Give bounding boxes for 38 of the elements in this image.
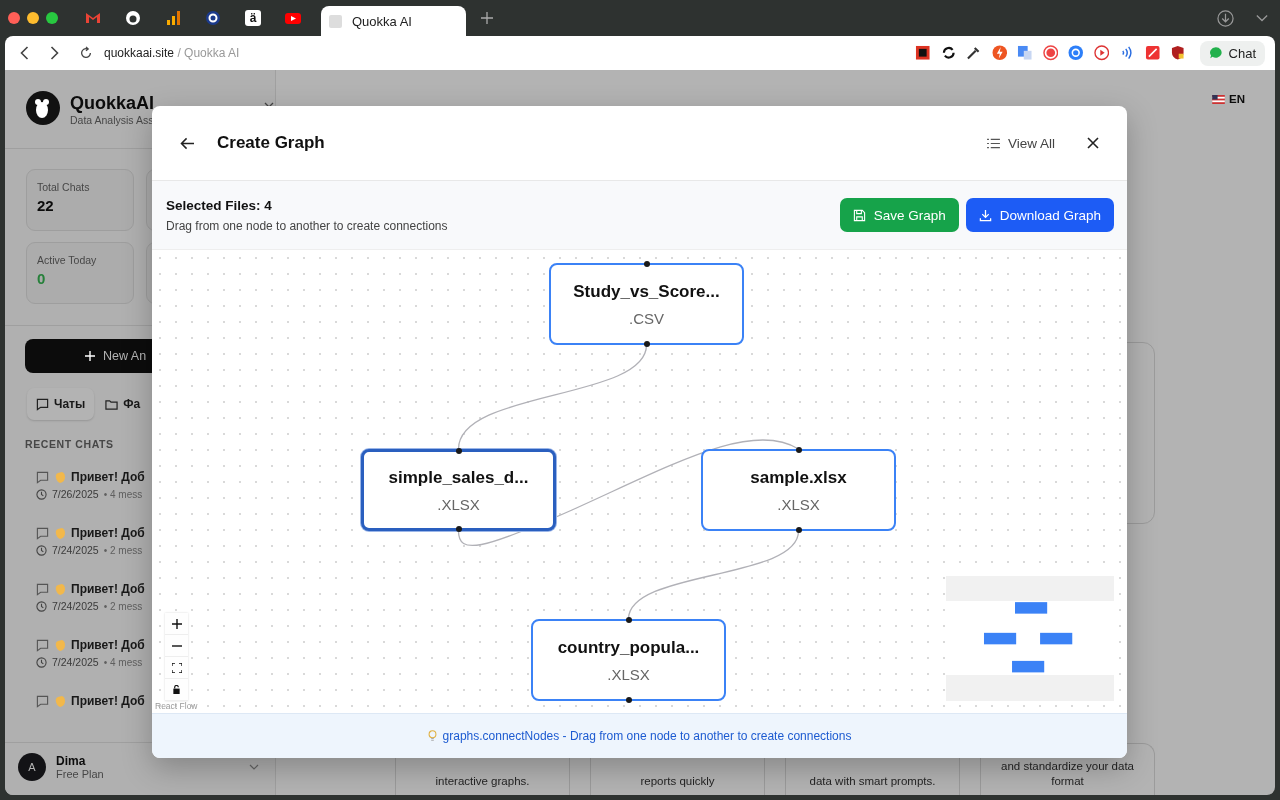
- dialog-title: Create Graph: [217, 133, 325, 153]
- file-name: Study_vs_Score...: [573, 281, 720, 302]
- brand-subtitle: Data Analysis Ass: [70, 114, 155, 126]
- chat-date: 7/24/2025: [52, 656, 99, 668]
- message-count: • 4 mess: [103, 488, 143, 500]
- chat-title: Привет! Доб: [71, 526, 145, 540]
- message-count: • 4 mess: [103, 656, 143, 668]
- chat-title: Привет! Доб: [71, 470, 145, 484]
- feature-description: reports quickly: [640, 774, 715, 789]
- feature-description: and standardize your data format: [1000, 759, 1135, 789]
- chat-title: Привет! Доб: [71, 582, 145, 596]
- feature-description: data with smart prompts.: [809, 774, 936, 789]
- file-extension: .XLSX: [777, 495, 820, 513]
- chat-date: 7/24/2025: [52, 600, 99, 612]
- stat-value: 22: [37, 197, 55, 214]
- selected-files-count: Selected Files: 4: [166, 197, 273, 213]
- stat-label: Active Today: [37, 254, 98, 266]
- message-count: • 2 mess: [103, 600, 143, 612]
- instruction-text: Drag from one node to another to create connections: [166, 218, 449, 233]
- chat-date: 7/24/2025: [52, 544, 99, 556]
- file-name: country_popula...: [557, 637, 700, 658]
- footer-tip: graphs.connectNodes - Drag from one node to another to create connections: [427, 729, 852, 743]
- user-name: Dima: [56, 754, 87, 768]
- chat-date: 7/26/2025: [52, 488, 99, 500]
- section-heading: RECENT CHATS: [25, 438, 115, 450]
- message-count: • 2 mess: [103, 544, 143, 556]
- file-name: sample.xlsx: [750, 467, 847, 488]
- file-name: simple_sales_d...: [388, 467, 529, 488]
- file-extension: .XLSX: [607, 665, 650, 683]
- feature-description: interactive graphs.: [435, 774, 530, 789]
- user-plan: Free Plan: [56, 768, 105, 780]
- stat-value: 0: [37, 270, 47, 287]
- chat-title: Привет! Доб: [71, 638, 145, 652]
- file-extension: .CSV: [629, 309, 664, 327]
- chat-title: Привет! Доб: [71, 694, 145, 708]
- file-extension: .XLSX: [437, 495, 480, 513]
- stat-label: Total Chats: [37, 181, 91, 193]
- brand-name: QuokkaAI: [70, 92, 155, 114]
